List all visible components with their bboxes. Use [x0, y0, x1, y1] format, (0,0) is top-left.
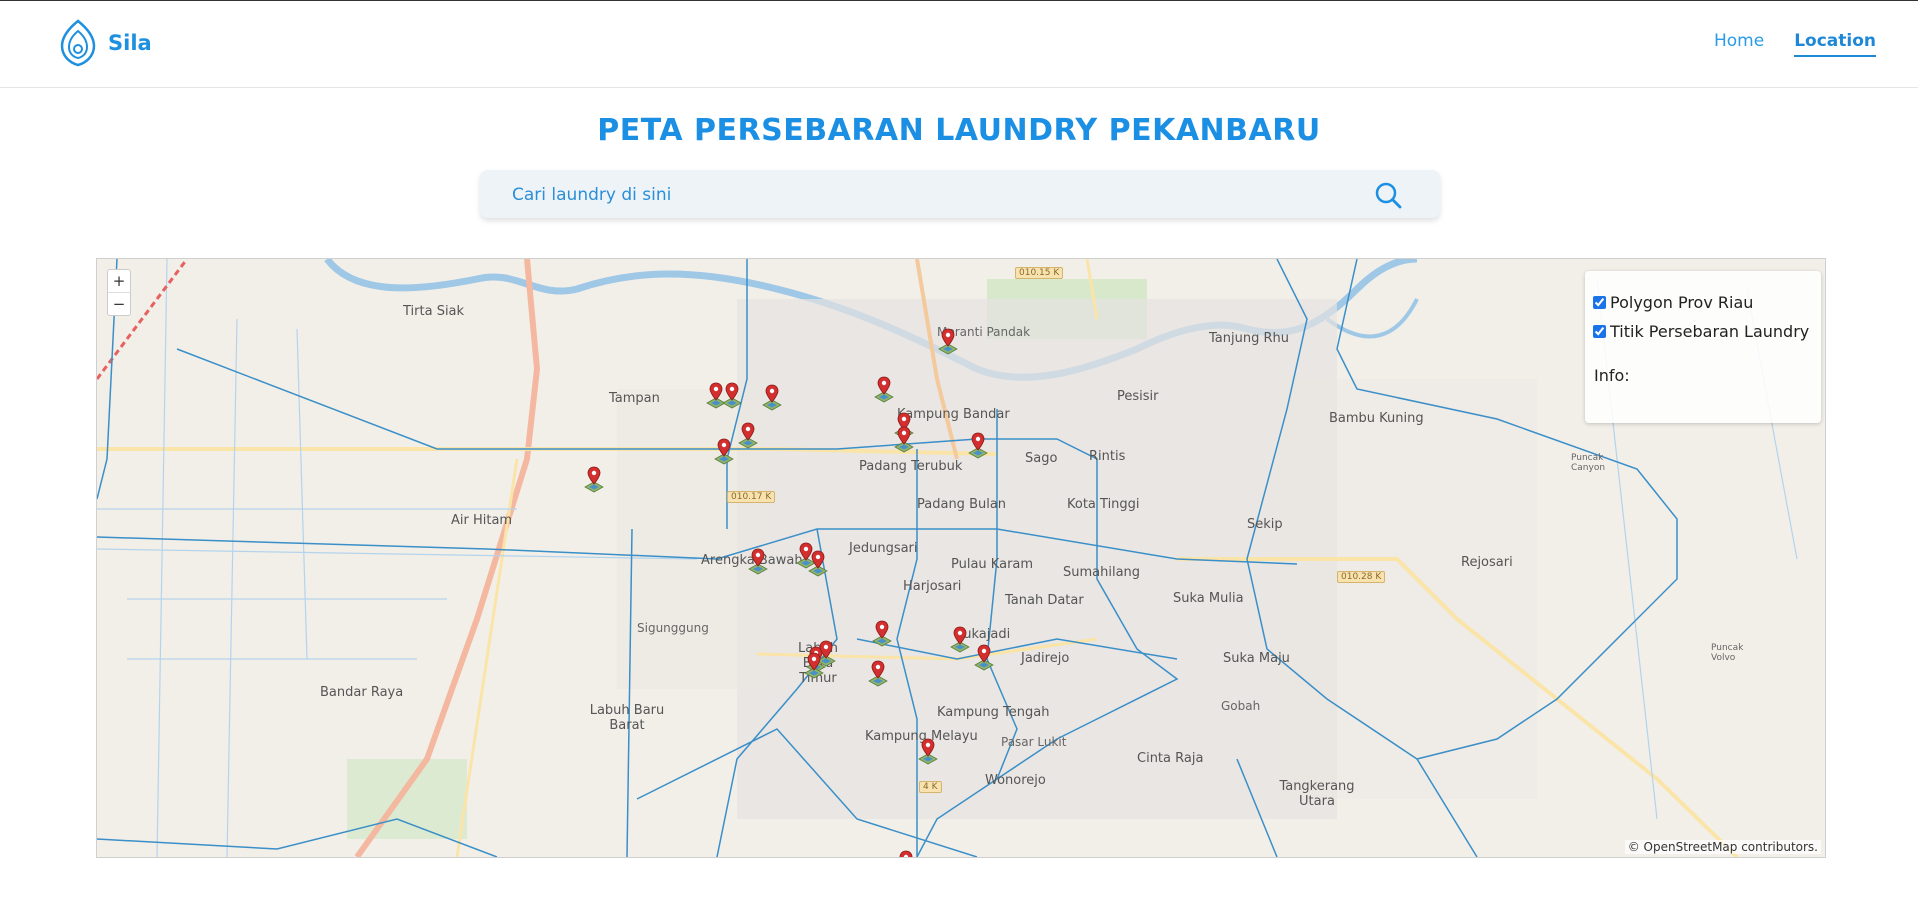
page-title: PETA PERSEBARAN LAUNDRY PEKANBARU — [597, 113, 1321, 148]
layer-polygon-toggle[interactable]: Polygon Prov Riau — [1593, 293, 1753, 312]
laundry-marker-icon[interactable] — [803, 651, 825, 681]
place-label: Rejosari — [1461, 555, 1513, 570]
place-label: Puncak Volvo — [1711, 643, 1744, 663]
map-container[interactable]: Tirta Siak Tampan Air Hitam Arengka Bawa… — [96, 258, 1826, 858]
laundry-marker-icon[interactable] — [949, 625, 971, 655]
place-label: Tampan — [609, 391, 660, 406]
road-badge: 4 K — [919, 781, 942, 793]
laundry-marker-icon[interactable] — [917, 737, 939, 767]
place-label: Kota Tinggi — [1067, 497, 1140, 512]
place-label: Sekip — [1247, 517, 1283, 532]
place-label: Sumahilang — [1063, 565, 1141, 580]
place-label: Tanah Datar — [1005, 593, 1084, 608]
place-label: Padang Bulan — [917, 497, 1007, 512]
place-label: Pesisir — [1117, 389, 1159, 404]
brand[interactable]: Sila — [58, 19, 152, 67]
laundry-marker-icon[interactable] — [747, 547, 769, 577]
place-label: Wonorejo — [985, 773, 1046, 788]
search-input[interactable] — [510, 170, 1334, 220]
info-label: Info: — [1594, 366, 1630, 385]
road-badge: 010.15 K — [1015, 267, 1064, 279]
laundry-marker-icon[interactable] — [721, 381, 743, 411]
place-label: Cinta Raja — [1137, 751, 1204, 766]
place-label: Puncak Canyon — [1571, 453, 1606, 473]
map-attribution: © OpenStreetMap contributors. — [1624, 840, 1821, 854]
place-label: Bambu Kuning — [1329, 411, 1424, 426]
nav-location-link[interactable]: Location — [1794, 31, 1876, 57]
place-label: Gobah — [1221, 699, 1261, 713]
place-label: Sigunggung — [637, 621, 709, 635]
laundry-marker-icon[interactable] — [867, 659, 889, 689]
place-label: Air Hitam — [451, 513, 513, 528]
laundry-marker-icon[interactable] — [583, 465, 605, 495]
laundry-marker-icon[interactable] — [713, 437, 735, 467]
place-label: Rintis — [1089, 449, 1126, 464]
zoom-in-button[interactable]: + — [108, 270, 130, 293]
laundry-marker-icon[interactable] — [873, 375, 895, 405]
points-layer-label: Titik Persebaran Laundry — [1610, 322, 1810, 341]
points-checkbox[interactable] — [1593, 325, 1606, 338]
road-badge: 010.17 K — [727, 491, 776, 503]
place-label: Tangkerang Utara — [1279, 779, 1355, 809]
navbar: Sila Home Location — [0, 1, 1918, 88]
layer-control-panel: Polygon Prov Riau Titik Persebaran Laund… — [1585, 271, 1821, 423]
place-label: Pulau Karam — [951, 557, 1034, 572]
zoom-out-button[interactable]: − — [108, 293, 130, 315]
laundry-marker-icon[interactable] — [871, 619, 893, 649]
location-pin-icon — [60, 19, 96, 67]
place-label: Tirta Siak — [403, 304, 465, 319]
place-label: Jadirejo — [1021, 651, 1070, 666]
nav-menu: Home Location — [1714, 31, 1876, 57]
search-bar — [480, 170, 1440, 220]
laundry-marker-icon[interactable] — [937, 327, 959, 357]
polygon-layer-label: Polygon Prov Riau — [1610, 293, 1754, 312]
search-icon[interactable] — [1374, 181, 1402, 209]
place-label: Tanjung Rhu — [1209, 331, 1289, 346]
brand-name: Sila — [108, 31, 152, 55]
place-label: Suka Mulia — [1173, 591, 1244, 606]
laundry-marker-icon[interactable] — [761, 383, 783, 413]
place-label: Labuh Baru Barat — [589, 703, 665, 733]
laundry-marker-icon[interactable] — [973, 643, 995, 673]
place-label: Sago — [1025, 451, 1058, 466]
place-label: Padang Terubuk — [859, 459, 963, 474]
laundry-marker-icon[interactable] — [893, 425, 915, 455]
laundry-marker-icon[interactable] — [895, 849, 917, 858]
layer-points-toggle[interactable]: Titik Persebaran Laundry — [1593, 322, 1809, 341]
road-badge: 010.28 K — [1337, 571, 1386, 583]
laundry-marker-icon[interactable] — [967, 431, 989, 461]
place-label: Kampung Tengah — [937, 705, 1050, 720]
place-label: Harjosari — [903, 579, 962, 594]
laundry-marker-icon[interactable] — [737, 421, 759, 451]
laundry-marker-icon[interactable] — [807, 549, 829, 579]
place-label: Bandar Raya — [320, 685, 404, 700]
place-label: Pasar Lukit — [1001, 735, 1067, 749]
zoom-control: + − — [107, 269, 131, 316]
polygon-checkbox[interactable] — [1593, 296, 1606, 309]
place-label: Jedungsari — [849, 541, 918, 556]
nav-home-link[interactable]: Home — [1714, 31, 1764, 57]
place-label: Suka Maju — [1223, 651, 1290, 666]
